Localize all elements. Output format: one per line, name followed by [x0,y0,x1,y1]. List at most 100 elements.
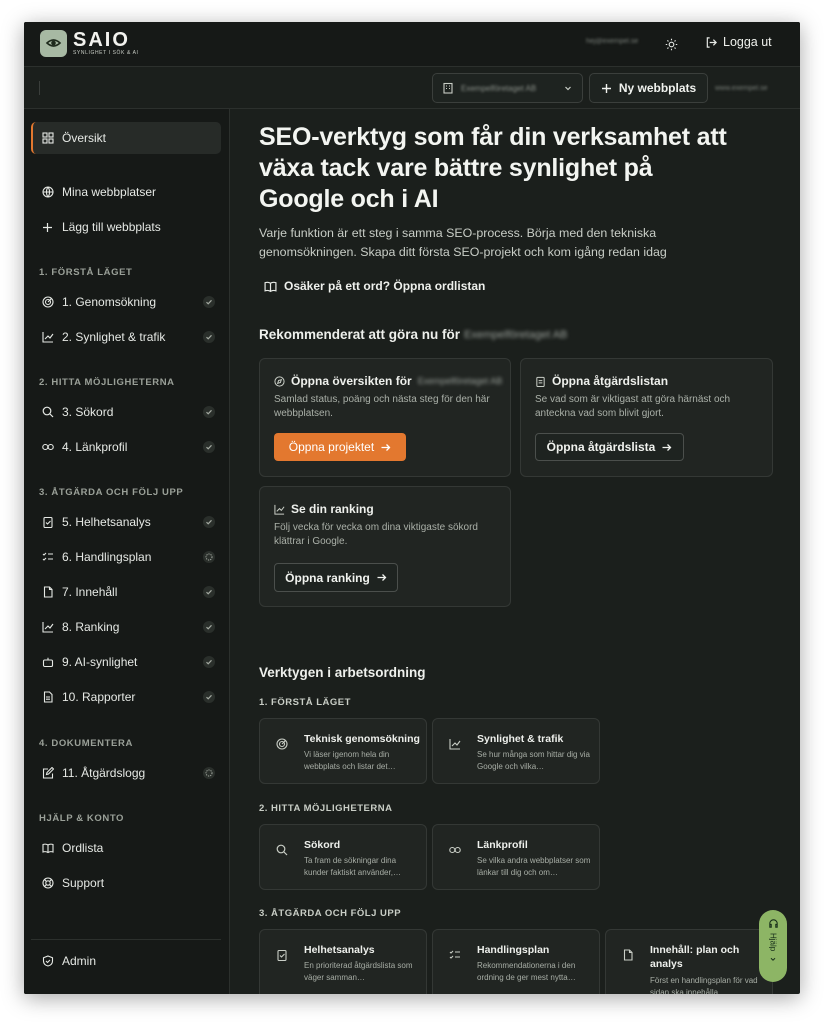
recommended-heading-text: Rekommenderat att göra nu för [259,327,461,342]
edit-icon [41,767,54,780]
sidebar-item-overall-analysis[interactable]: 5. Helhetsanalys [31,506,221,538]
status-check-icon [203,621,215,633]
tool-description: Först en handlingsplan för vad sidan ska… [650,976,758,994]
sidebar-item-overview[interactable]: Översikt [31,122,221,154]
sidebar-item-label: 11. Åtgärdslogg [62,766,146,780]
divider [39,81,40,95]
button-label: Öppna ranking [285,570,370,585]
tool-card-technical-crawl[interactable]: Teknisk genomsökning Vi läser igenom hel… [259,718,427,784]
sidebar-item-add-site[interactable]: Lägg till webbplats [31,211,221,243]
lifebuoy-icon [41,877,54,890]
card-description: Följ vecka för vecka om dina viktigaste … [274,522,478,547]
tool-title: Sökord [304,839,341,851]
sidebar-item-glossary[interactable]: Ordlista [31,832,221,864]
status-check-icon [203,516,215,528]
theme-toggle-button[interactable] [662,35,680,53]
new-site-button[interactable]: Ny webbplats [589,73,708,103]
tool-title: Helhetsanalys [304,944,375,956]
sidebar-item-action-plan[interactable]: 6. Handlingsplan [31,541,221,573]
tool-description: Rekommendationerna i den ordning de ger … [477,961,576,982]
help-button[interactable]: Hjälp [759,910,787,982]
sidebar-section-heading: 1. FÖRSTÅ LÄGET [39,267,133,278]
tool-section-heading: 2. HITTA MÖJLIGHETERNA [259,803,393,814]
sidebar-item-reports[interactable]: 10. Rapporter [31,681,221,713]
list-check-icon [449,949,461,961]
logo-mark-icon [40,30,67,57]
card-title: Öppna åtgärdslistan [535,374,668,388]
site-select-dropdown[interactable]: Exempelföretaget AB [432,73,583,103]
sidebar-item-action-log[interactable]: 11. Åtgärdslogg [31,757,221,789]
link-icon [41,441,54,454]
new-site-label: Ny webbplats [618,81,697,95]
sidebar-item-label: Admin [62,954,97,968]
sidebar-item-label: 1. Genomsökning [62,295,157,309]
arrow-right-icon [377,574,387,581]
tool-title: Synlighet & trafik [477,733,564,745]
tool-title: Handlingsplan [477,944,550,956]
sidebar-section-heading: HJÄLP & KONTO [39,813,125,824]
chevron-down-icon [770,958,776,962]
file-icon [622,949,634,961]
tool-card-keywords[interactable]: Sökord Ta fram de sökningar dina kunder … [259,824,427,890]
line-chart-icon [41,621,54,634]
sidebar-item-content[interactable]: 7. Innehåll [31,576,221,608]
status-check-icon [203,656,215,668]
card-description: Se vad som är viktigast att göra härnäst… [535,394,731,419]
sidebar-item-label: Support [62,876,105,890]
line-chart-icon [41,331,54,344]
tool-card-visibility[interactable]: Synlighet & trafik Se hur många som hitt… [432,718,600,784]
sidebar: Översikt Mina webbplatser Lägg till webb… [24,109,230,994]
line-chart-icon [274,504,285,515]
tool-card-content[interactable]: Innehåll: plan och analys Först en handl… [605,929,773,994]
sidebar-item-crawl[interactable]: 1. Genomsökning [31,286,221,318]
line-chart-icon [449,738,461,750]
open-action-list-button[interactable]: Öppna åtgärdslista [535,433,684,461]
open-project-button[interactable]: Öppna projektet [274,433,406,461]
sidebar-item-label: Mina webbplatser [62,185,157,199]
brand-logo[interactable]: SAIO SYNLIGHET I SÖK & AI [40,30,139,57]
page-title: SEO-verktyg som får din verksamhet att v… [259,123,727,213]
sidebar-item-my-sites[interactable]: Mina webbplatser [31,176,221,208]
shield-icon [41,955,54,968]
glossary-link[interactable]: Osäker på ett ord? Öppna ordlistan [264,279,485,293]
sidebar-section-heading: 2. HITTA MÖJLIGHETERNA [39,377,175,388]
sidebar-section-heading: 3. ÅTGÄRDA OCH FÖLJ UPP [39,487,184,498]
clipboard-check-icon [41,516,54,529]
sidebar-item-ai-visibility[interactable]: 9. AI-synlighet [31,646,221,678]
tool-description: Se vilka andra webbplatser som länkar ti… [477,856,591,877]
sidebar-item-admin[interactable]: Admin [31,945,221,977]
status-check-icon [203,331,215,343]
status-check-icon [203,296,215,308]
sidebar-item-link-profile[interactable]: 4. Länkprofil [31,431,221,463]
sidebar-item-ranking[interactable]: 8. Ranking [31,611,221,643]
recommended-site-name: Exempelföretaget AB [464,328,568,341]
tool-card-action-plan[interactable]: Handlingsplan Rekommendationerna i den o… [432,929,600,994]
action-list-card: Öppna åtgärdslistan Se vad som är viktig… [520,358,773,477]
sidebar-item-label: 8. Ranking [62,620,120,634]
sidebar-item-visibility[interactable]: 2. Synlighet & trafik [31,321,221,353]
open-ranking-button[interactable]: Öppna ranking [274,563,398,592]
sidebar-item-support[interactable]: Support [31,867,221,899]
recommended-heading: Rekommenderat att göra nu för Exempelför… [259,327,567,342]
tool-description: En prioriterad åtgärdslista som väger sa… [304,961,413,982]
tool-card-overall-analysis[interactable]: Helhetsanalys En prioriterad åtgärdslist… [259,929,427,994]
brand-tagline: SYNLIGHET I SÖK & AI [73,49,139,56]
tool-title: Länkprofil [477,839,528,851]
grid-icon [41,132,54,145]
glossary-link-label: Osäker på ett ord? Öppna ordlistan [284,279,486,293]
list-check-icon [41,551,54,564]
robot-icon [41,656,54,669]
book-icon [264,281,277,292]
site-select-value: Exempelföretaget AB [461,83,537,93]
tool-card-link-profile[interactable]: Länkprofil Se vilka andra webbplatser so… [432,824,600,890]
card-description: Samlad status, poäng och nästa steg för … [274,394,490,419]
sidebar-item-keywords[interactable]: 3. Sökord [31,396,221,428]
radar-icon [276,738,288,750]
headset-icon [768,919,778,928]
plus-icon [41,221,54,234]
arrow-right-icon [662,443,672,451]
logout-button[interactable]: Logga ut [705,35,772,49]
tool-section-heading: 1. FÖRSTÅ LÄGET [259,697,351,708]
sidebar-item-label: 2. Synlighet & trafik [62,330,166,344]
logout-label: Logga ut [723,35,772,49]
